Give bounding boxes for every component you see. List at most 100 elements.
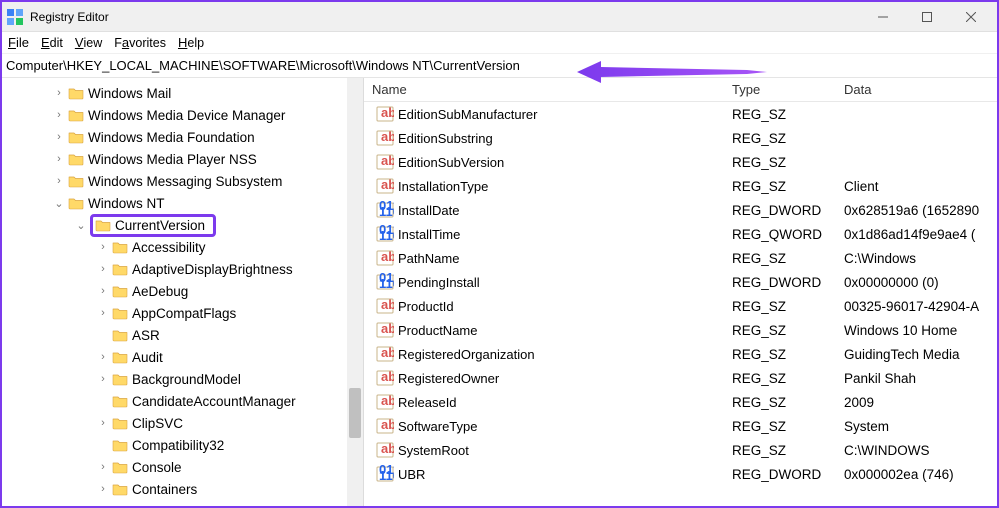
expand-toggle-icon[interactable]: › [52,109,66,121]
svg-text:ab: ab [381,129,394,144]
folder-icon [112,460,128,474]
svg-text:ab: ab [381,441,394,456]
tree-item[interactable]: ›Audit [2,346,363,368]
value-row[interactable]: abEditionSubManufacturerREG_SZ [364,102,997,126]
svg-text:ab: ab [381,153,394,168]
value-type: REG_SZ [724,251,836,266]
address-input[interactable] [6,58,993,73]
value-row[interactable]: abSoftwareTypeREG_SZSystem [364,414,997,438]
value-name: ProductId [398,299,454,314]
tree-item[interactable]: ›AppCompatFlags [2,302,363,324]
expand-toggle-icon[interactable]: › [52,153,66,165]
tree-item[interactable]: ›Windows Mail [2,82,363,104]
expand-toggle-icon[interactable]: › [52,131,66,143]
value-row[interactable]: 011110InstallTimeREG_QWORD0x1d86ad14f9e9… [364,222,997,246]
tree-item[interactable]: ASR [2,324,363,346]
value-row[interactable]: abRegisteredOwnerREG_SZPankil Shah [364,366,997,390]
tree-item[interactable]: Compatibility32 [2,434,363,456]
value-row[interactable]: 011110PendingInstallREG_DWORD0x00000000 … [364,270,997,294]
value-data: System [836,419,997,434]
menu-view[interactable]: View [75,35,102,50]
value-row[interactable]: abEditionSubVersionREG_SZ [364,150,997,174]
tree-item[interactable]: ›BackgroundModel [2,368,363,390]
tree-scrollbar[interactable] [347,78,363,506]
folder-icon [112,482,128,496]
value-data: C:\Windows [836,251,997,266]
value-row[interactable]: abEditionSubstringREG_SZ [364,126,997,150]
tree-item[interactable]: ›AeDebug [2,280,363,302]
value-row[interactable]: abPathNameREG_SZC:\Windows [364,246,997,270]
value-name: InstallationType [398,179,488,194]
expand-toggle-icon[interactable]: › [96,461,110,473]
value-data: C:\WINDOWS [836,443,997,458]
value-type: REG_SZ [724,443,836,458]
value-row[interactable]: abProductIdREG_SZ00325-96017-42904-A [364,294,997,318]
reg-string-icon: ab [376,177,394,195]
scrollbar-thumb[interactable] [349,388,361,438]
expand-toggle-icon[interactable]: › [96,351,110,363]
tree-item[interactable]: ›Console [2,456,363,478]
expand-toggle-icon[interactable]: ⌄ [52,197,66,210]
tree-item[interactable]: CandidateAccountManager [2,390,363,412]
folder-icon [112,416,128,430]
value-row[interactable]: abReleaseIdREG_SZ2009 [364,390,997,414]
tree-item[interactable]: ›Windows Media Foundation [2,126,363,148]
value-row[interactable]: abSystemRootREG_SZC:\WINDOWS [364,438,997,462]
value-type: REG_SZ [724,299,836,314]
value-name: PathName [398,251,459,266]
folder-icon [68,196,84,210]
tree-item[interactable]: › ClipSVC [2,412,363,434]
reg-string-icon: ab [376,129,394,147]
value-row[interactable]: 011110InstallDateREG_DWORD0x628519a6 (16… [364,198,997,222]
value-name: InstallTime [398,227,460,242]
expand-toggle-icon[interactable]: › [96,241,110,253]
tree-item[interactable]: ›AdaptiveDisplayBrightness [2,258,363,280]
folder-icon [68,108,84,122]
expand-toggle-icon[interactable]: › [96,307,110,319]
tree-panel: ›Windows Mail›Windows Media Device Manag… [2,78,364,506]
folder-icon [95,218,111,232]
tree-item[interactable]: ⌄ CurrentVersion [2,214,363,236]
expand-toggle-icon[interactable]: › [96,373,110,385]
expand-toggle-icon[interactable]: › [96,483,110,495]
regedit-icon [6,8,24,26]
expand-toggle-icon[interactable]: › [96,285,110,297]
expand-toggle-icon[interactable]: ⌄ [74,219,88,232]
expand-toggle-icon[interactable]: › [52,87,66,99]
tree-item[interactable]: ›Windows Media Player NSS [2,148,363,170]
minimize-button[interactable] [861,3,905,31]
value-row[interactable]: abProductNameREG_SZWindows 10 Home [364,318,997,342]
tree-item[interactable]: ›Windows Messaging Subsystem [2,170,363,192]
value-row[interactable]: abRegisteredOrganizationREG_SZGuidingTec… [364,342,997,366]
menu-file[interactable]: File [8,35,29,50]
folder-icon [68,152,84,166]
col-header-type[interactable]: Type [724,82,836,97]
tree-item[interactable]: ›Containers [2,478,363,500]
value-row[interactable]: 011110UBRREG_DWORD0x000002ea (746) [364,462,997,486]
window-title: Registry Editor [30,10,109,24]
close-button[interactable] [949,3,993,31]
menu-favorites[interactable]: Favorites [114,35,166,50]
expand-toggle-icon[interactable]: › [96,417,110,429]
value-name: UBR [398,467,425,482]
value-name: RegisteredOrganization [398,347,535,362]
value-type: REG_DWORD [724,467,836,482]
tree-item[interactable]: ⌄Windows NT [2,192,363,214]
tree-item[interactable]: ›Windows Media Device Manager [2,104,363,126]
svg-text:ab: ab [381,345,394,360]
value-name: PendingInstall [398,275,480,290]
value-data: GuidingTech Media [836,347,997,362]
menu-edit[interactable]: Edit [41,35,63,50]
value-data: Client [836,179,997,194]
col-header-name[interactable]: Name [364,82,724,97]
tree-item[interactable]: ›Accessibility [2,236,363,258]
maximize-button[interactable] [905,3,949,31]
menu-help[interactable]: Help [178,35,204,50]
tree-item-label: ClipSVC [132,416,183,431]
tree-item-label: CurrentVersion [115,218,205,233]
value-row[interactable]: abInstallationTypeREG_SZClient [364,174,997,198]
expand-toggle-icon[interactable]: › [52,175,66,187]
svg-text:ab: ab [381,177,394,192]
expand-toggle-icon[interactable]: › [96,263,110,275]
col-header-data[interactable]: Data [836,82,997,97]
